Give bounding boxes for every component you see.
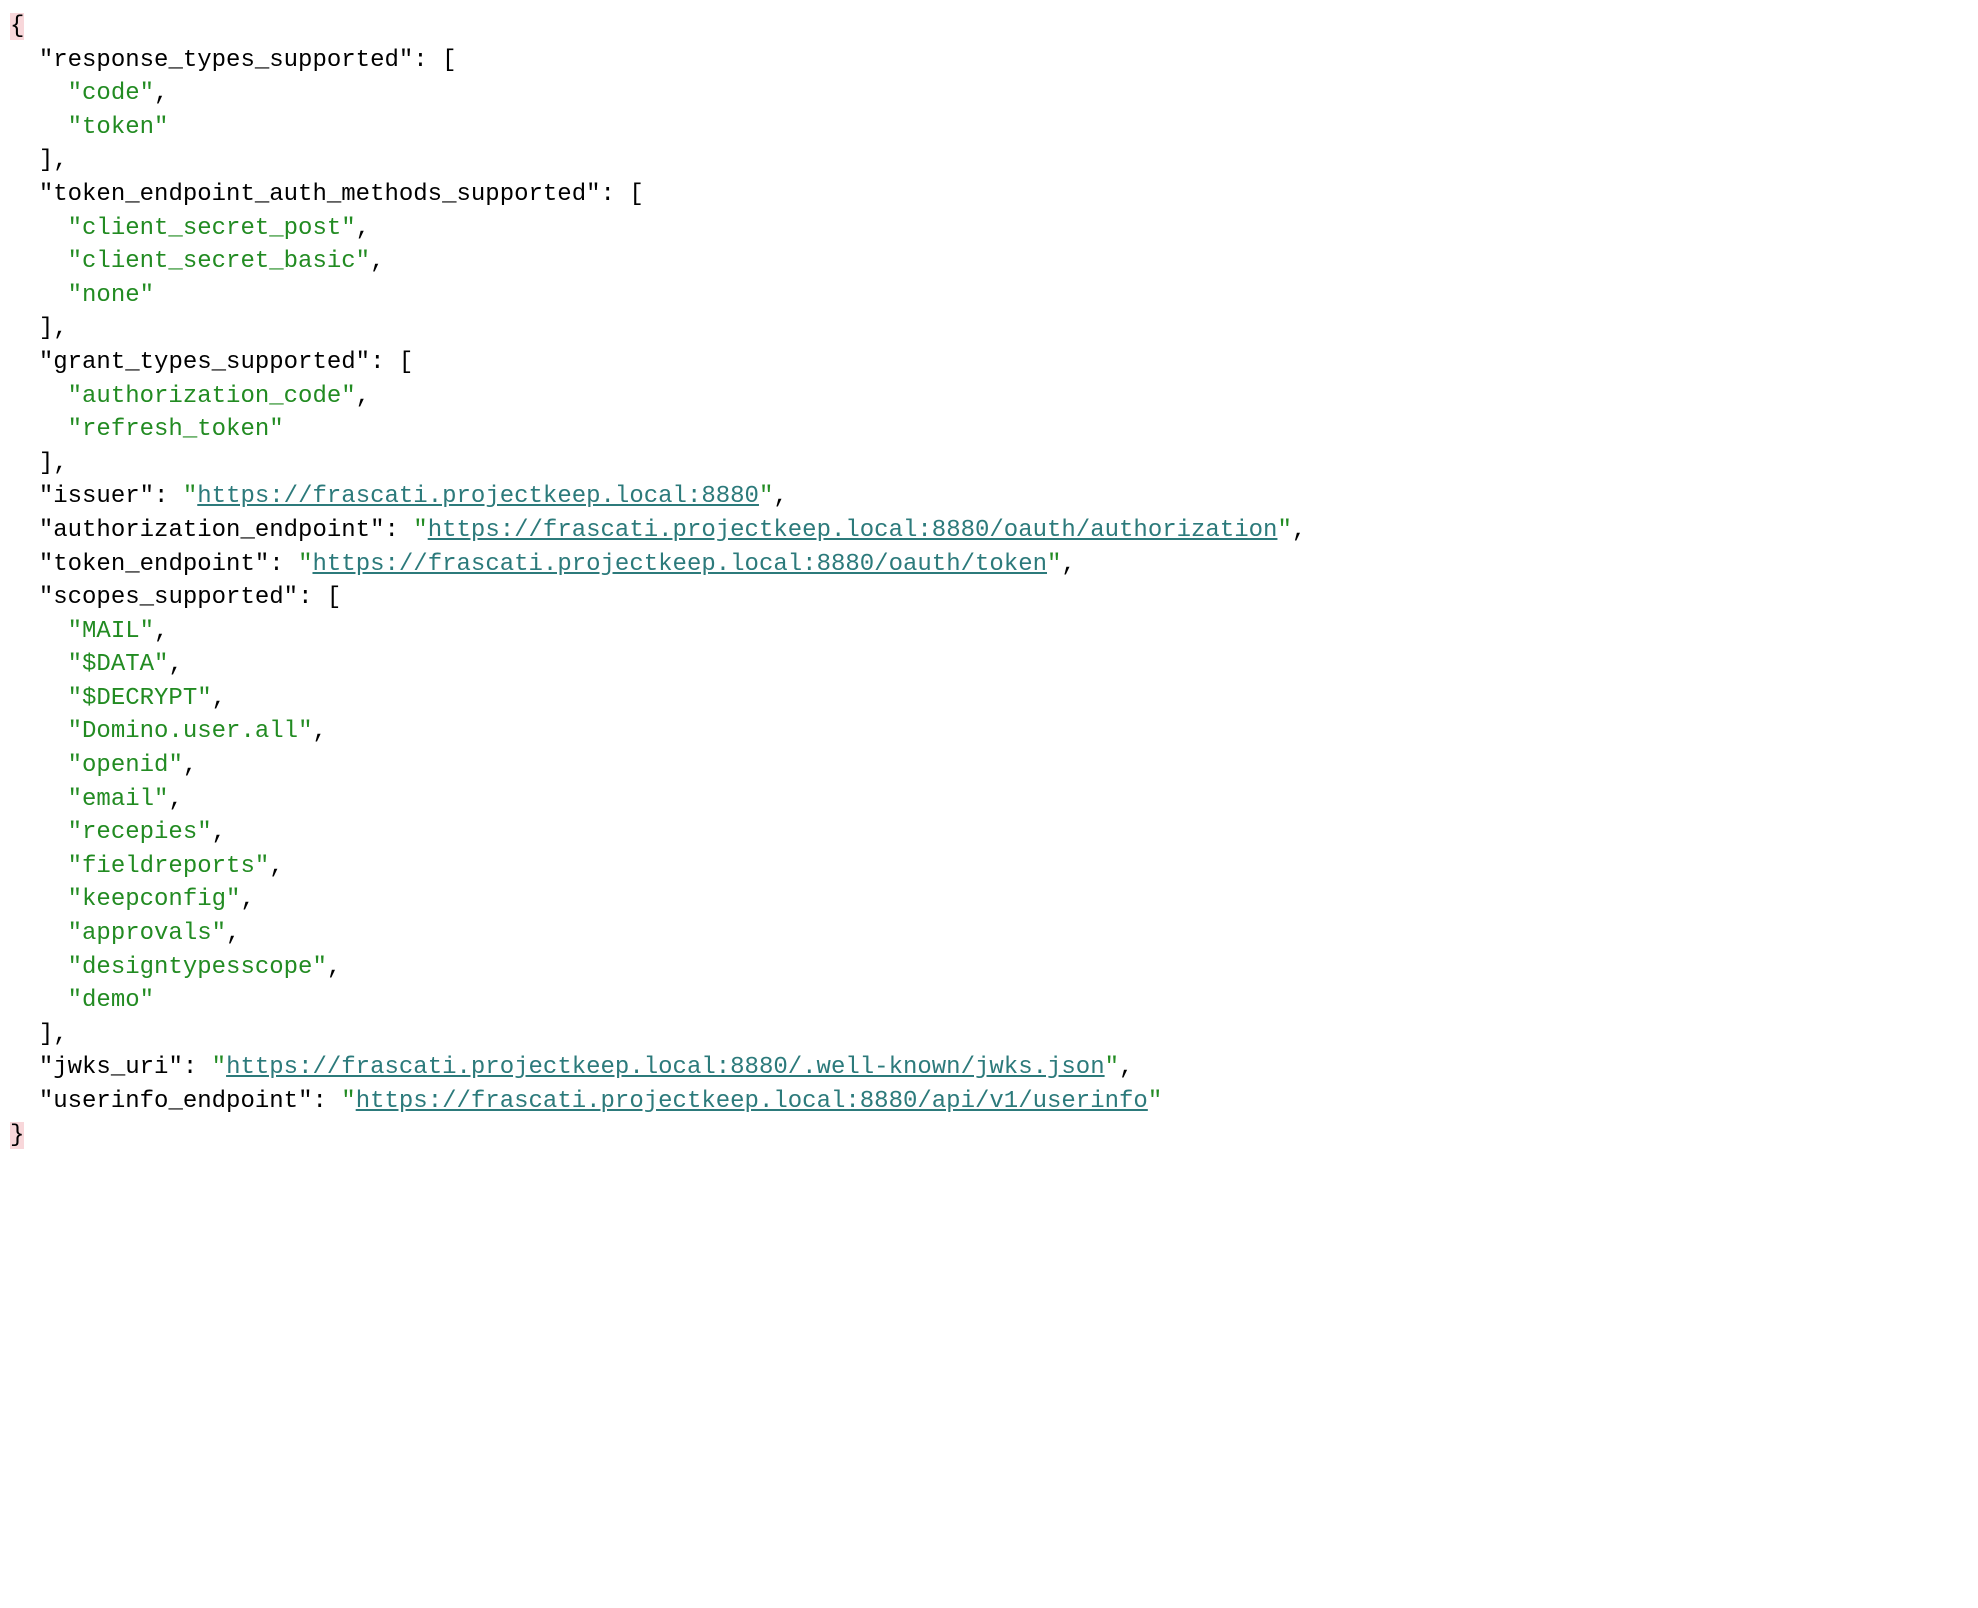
brace-open: {: [10, 10, 1968, 44]
json-array-item: "recepies",: [10, 816, 1968, 850]
json-array-item: "email",: [10, 783, 1968, 817]
json-key-line: "response_types_supported": [: [10, 44, 1968, 78]
jwks-uri-link[interactable]: https://frascati.projectkeep.local:8880/…: [226, 1054, 1105, 1081]
token-endpoint-link[interactable]: https://frascati.projectkeep.local:8880/…: [312, 551, 1047, 578]
json-viewer: { "response_types_supported": [ "code", …: [10, 10, 1968, 1152]
json-key: authorization_endpoint: [53, 517, 370, 544]
json-key-line: "userinfo_endpoint": "https://frascati.p…: [10, 1085, 1968, 1119]
json-key-line: "token_endpoint_auth_methods_supported":…: [10, 178, 1968, 212]
json-key: jwks_uri: [53, 1054, 168, 1081]
json-array-item: "approvals",: [10, 917, 1968, 951]
issuer-link[interactable]: https://frascati.projectkeep.local:8880: [197, 483, 759, 510]
json-array-item: "demo": [10, 984, 1968, 1018]
userinfo-endpoint-link[interactable]: https://frascati.projectkeep.local:8880/…: [356, 1088, 1148, 1115]
json-key: grant_types_supported: [53, 349, 355, 376]
authorization-endpoint-link[interactable]: https://frascati.projectkeep.local:8880/…: [428, 517, 1278, 544]
json-key: token_endpoint: [53, 551, 255, 578]
json-array-close: ],: [10, 312, 1968, 346]
json-array-item: "$DATA",: [10, 648, 1968, 682]
json-key: issuer: [53, 483, 139, 510]
json-array-item: "designtypesscope",: [10, 951, 1968, 985]
json-array-item: "MAIL",: [10, 615, 1968, 649]
json-array-close: ],: [10, 447, 1968, 481]
json-key: token_endpoint_auth_methods_supported: [53, 181, 586, 208]
json-key-line: "scopes_supported": [: [10, 581, 1968, 615]
json-key-line: "authorization_endpoint": "https://frasc…: [10, 514, 1968, 548]
json-key: userinfo_endpoint: [53, 1088, 298, 1115]
json-array-item: "authorization_code",: [10, 380, 1968, 414]
json-array-item: "fieldreports",: [10, 850, 1968, 884]
json-key-line: "token_endpoint": "https://frascati.proj…: [10, 548, 1968, 582]
json-key: response_types_supported: [53, 47, 399, 74]
json-array-close: ],: [10, 144, 1968, 178]
json-array-item: "keepconfig",: [10, 883, 1968, 917]
json-key-line: "jwks_uri": "https://frascati.projectkee…: [10, 1051, 1968, 1085]
json-key: scopes_supported: [53, 584, 283, 611]
json-array-item: "$DECRYPT",: [10, 682, 1968, 716]
brace-close: }: [10, 1119, 1968, 1153]
json-key-line: "issuer": "https://frascati.projectkeep.…: [10, 480, 1968, 514]
json-array-item: "client_secret_basic",: [10, 245, 1968, 279]
json-array-item: "token": [10, 111, 1968, 145]
json-array-close: ],: [10, 1018, 1968, 1052]
json-array-item: "openid",: [10, 749, 1968, 783]
json-array-item: "code",: [10, 77, 1968, 111]
json-array-item: "client_secret_post",: [10, 212, 1968, 246]
json-array-item: "Domino.user.all",: [10, 715, 1968, 749]
json-key-line: "grant_types_supported": [: [10, 346, 1968, 380]
json-array-item: "none": [10, 279, 1968, 313]
json-array-item: "refresh_token": [10, 413, 1968, 447]
